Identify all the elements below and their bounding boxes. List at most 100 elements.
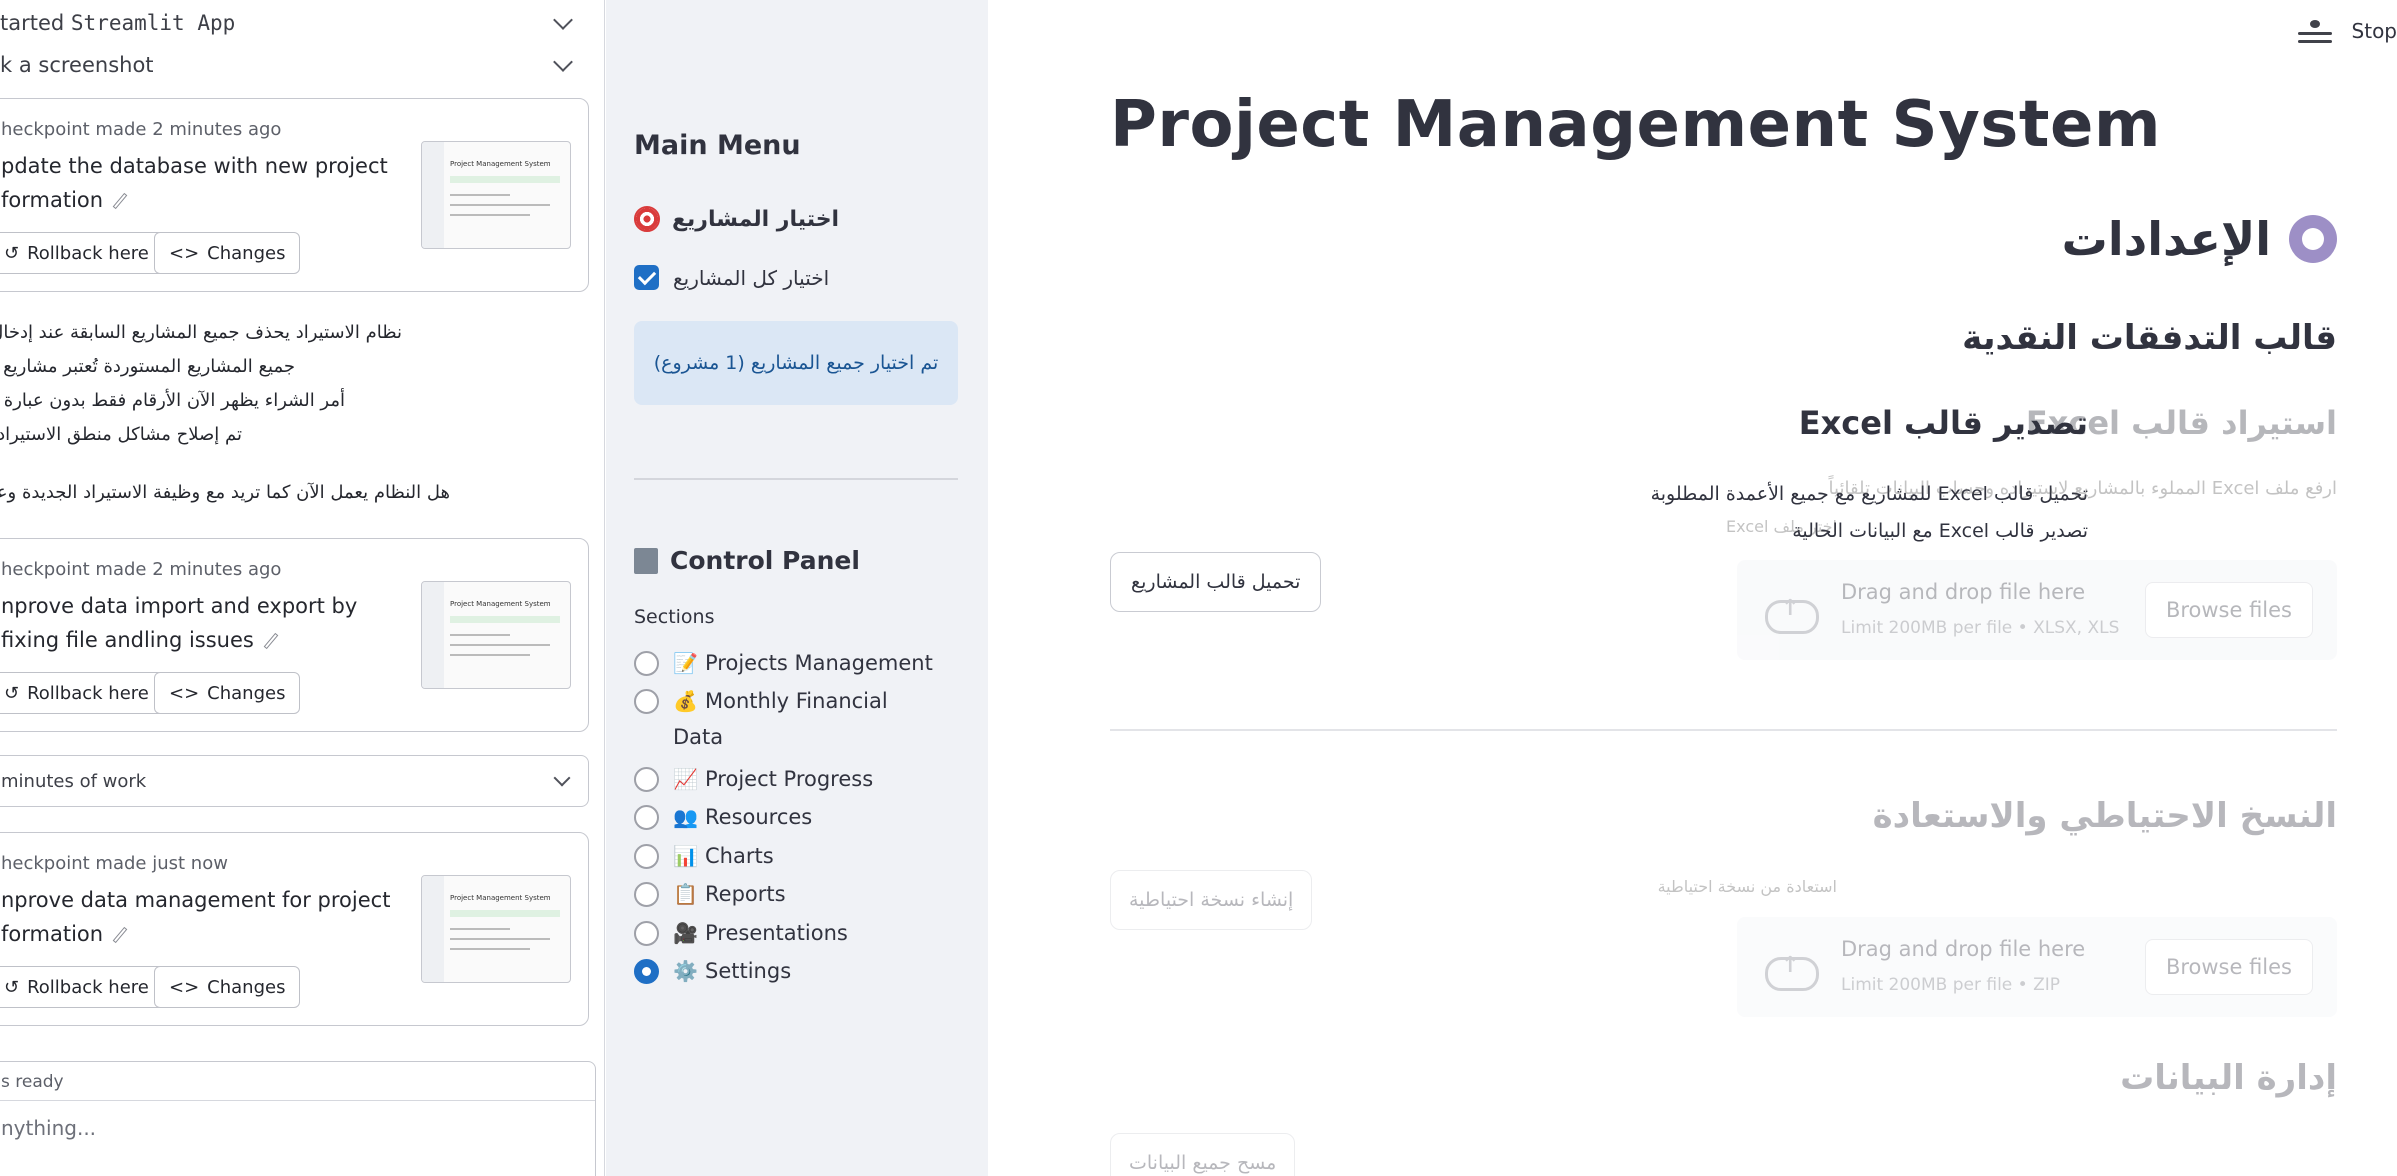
checkpoint-meta: heckpoint made 2 minutes ago (1, 559, 282, 580)
rollback-button[interactable]: ↺ Rollback here (0, 672, 164, 714)
radio-icon[interactable] (634, 767, 659, 792)
radio-projects-management[interactable]: 📝 Projects Management (634, 650, 933, 681)
pencil-icon[interactable] (112, 926, 128, 944)
changes-button[interactable]: <> Changes (154, 966, 301, 1008)
checkpoint-meta: heckpoint made just now (1, 853, 228, 874)
chat-divider (0, 1100, 595, 1101)
changes-button[interactable]: <> Changes (154, 232, 301, 274)
radio-icon[interactable] (634, 882, 659, 907)
rollback-label: Rollback here (27, 682, 149, 704)
radio-reports[interactable]: 📋 Reports (634, 881, 786, 912)
cashflow-heading: قالب التدفقات النقدية (1962, 318, 2337, 358)
stop-label[interactable]: Stop (2352, 19, 2397, 43)
changes-label: Changes (207, 242, 286, 264)
radio-project-progress[interactable]: 📈 Project Progress (634, 766, 873, 797)
work-summary-accordion[interactable]: minutes of work (0, 755, 589, 807)
checkpoint-title: pdate the database with new project form… (1, 149, 391, 217)
money-bag-icon: 💰 (673, 689, 698, 713)
radio-label: Charts (705, 844, 774, 868)
checkpoint-thumbnail[interactable]: Project Management System (421, 581, 571, 689)
radio-charts[interactable]: 📊 Charts (634, 843, 774, 874)
target-icon (634, 206, 660, 232)
radio-icon[interactable] (634, 805, 659, 830)
radio-selected-icon[interactable] (634, 959, 659, 984)
chevron-down-icon (553, 10, 573, 30)
agent-panel: tarted Streamlit App k a screenshot heck… (0, 0, 605, 1176)
message-line: أمر الشراء يظهر الآن الأرقام فقط بدون عب… (0, 390, 345, 411)
browse-files-button[interactable]: Browse files (2144, 939, 2313, 995)
accordion-prefix: tarted (0, 11, 71, 35)
checkpoint-thumbnail[interactable]: Project Management System (421, 875, 571, 983)
radio-label: Projects Management (705, 651, 933, 675)
accordion-label: tarted Streamlit App (0, 11, 235, 35)
rollback-button[interactable]: ↺ Rollback here (0, 966, 164, 1008)
thumb-line (450, 204, 550, 206)
radio-icon[interactable] (634, 651, 659, 676)
radio-text: 👥 Resources (673, 799, 812, 835)
radio-settings[interactable]: ⚙️ Settings (634, 958, 791, 989)
chat-input-box[interactable]: s ready nything... (0, 1061, 596, 1176)
checkpoint-title: nprove data management for project forma… (1, 883, 391, 951)
radio-text: 🎥 Presentations (673, 915, 848, 951)
import-file-label: اختر ملف Excel (1726, 517, 1837, 536)
radio-icon[interactable] (634, 844, 659, 869)
section-divider (1110, 729, 2337, 731)
changes-button[interactable]: <> Changes (154, 672, 301, 714)
gear-icon (2289, 215, 2337, 263)
create-backup-button[interactable]: إنشاء نسخة احتياطية (1110, 870, 1313, 930)
excel-file-uploader[interactable]: Drag and drop file here Limit 200MB per … (1737, 560, 2337, 660)
sections-label: Sections (634, 606, 715, 628)
thumb-line (450, 214, 530, 216)
checkbox-checked-icon[interactable] (634, 265, 659, 290)
radio-monthly-financial-data[interactable]: 💰 Monthly Financial Data (634, 688, 934, 755)
rollback-label: Rollback here (27, 976, 149, 998)
code-icon: <> (169, 682, 200, 704)
checkpoint-title-text: nprove data import and export by fixing … (1, 594, 358, 652)
chart-up-icon: 📈 (673, 767, 698, 791)
clear-all-data-button[interactable]: مسح جميع البيانات (1110, 1133, 1296, 1176)
chat-placeholder[interactable]: nything... (1, 1116, 96, 1140)
accordion-started-app[interactable]: tarted Streamlit App (0, 3, 590, 43)
code-icon: <> (169, 242, 200, 264)
radio-presentations[interactable]: 🎥 Presentations (634, 920, 848, 951)
checkpoint-title-text: nprove data management for project forma… (1, 888, 391, 946)
backup-file-uploader[interactable]: Drag and drop file here Limit 200MB per … (1737, 917, 2337, 1017)
radio-label: Reports (705, 882, 786, 906)
message-line: جميع المشاريع المستوردة تُعتبر مشاريع جد… (0, 356, 295, 377)
info-message: تم اختيار جميع المشاريع (1 مشروع) (634, 321, 958, 405)
cloud-upload-icon (1759, 947, 1819, 991)
stop-control[interactable]: Stop (2297, 16, 2397, 46)
people-icon: 👥 (673, 805, 698, 829)
gear-icon: ⚙️ (673, 959, 698, 983)
checkpoint-meta: heckpoint made 2 minutes ago (1, 119, 282, 140)
pencil-icon[interactable] (263, 632, 279, 650)
radio-text: 📝 Projects Management (673, 645, 933, 681)
accordion-screenshot[interactable]: k a screenshot (0, 45, 590, 85)
radio-icon[interactable] (634, 921, 659, 946)
control-panel-label: Control Panel (670, 546, 860, 575)
accordion-code: Streamlit App (70, 11, 236, 35)
checkpoint-card: heckpoint made 2 minutes ago nprove data… (0, 538, 589, 732)
import-description: ارفع ملف Excel المملوء بالمشاريع لاستيرا… (1828, 478, 2337, 499)
thumb-bar (450, 910, 560, 917)
browse-files-button[interactable]: Browse files (2144, 582, 2313, 638)
message-line: هل النظام يعمل الآن كما تريد مع وظيفة ال… (0, 482, 450, 503)
download-template-button[interactable]: تحميل قالب المشاريع (1110, 552, 1322, 612)
checkpoint-thumbnail[interactable]: Project Management System (421, 141, 571, 249)
select-all-checkbox[interactable]: اختيار كل المشاريع (634, 265, 829, 290)
radio-icon[interactable] (634, 689, 659, 714)
chat-status: s ready (1, 1072, 64, 1092)
data-management-heading: إدارة البيانات (2120, 1058, 2337, 1098)
main-content: Stop Project Management System الإعدادات… (988, 0, 2397, 1176)
checkpoint-title: nprove data import and export by fixing … (1, 589, 391, 657)
rollback-label: Rollback here (27, 242, 149, 264)
thumb-line (450, 644, 550, 646)
page-title: Project Management System (1110, 88, 2162, 162)
radio-resources[interactable]: 👥 Resources (634, 804, 812, 835)
rollback-button[interactable]: ↺ Rollback here (0, 232, 164, 274)
checkpoint-title-text: pdate the database with new project form… (1, 154, 388, 212)
bar-chart-icon: 📊 (673, 844, 698, 868)
settings-heading: الإعدادات (2062, 212, 2337, 266)
main-menu-heading: Main Menu (634, 130, 801, 161)
pencil-icon[interactable] (112, 192, 128, 210)
